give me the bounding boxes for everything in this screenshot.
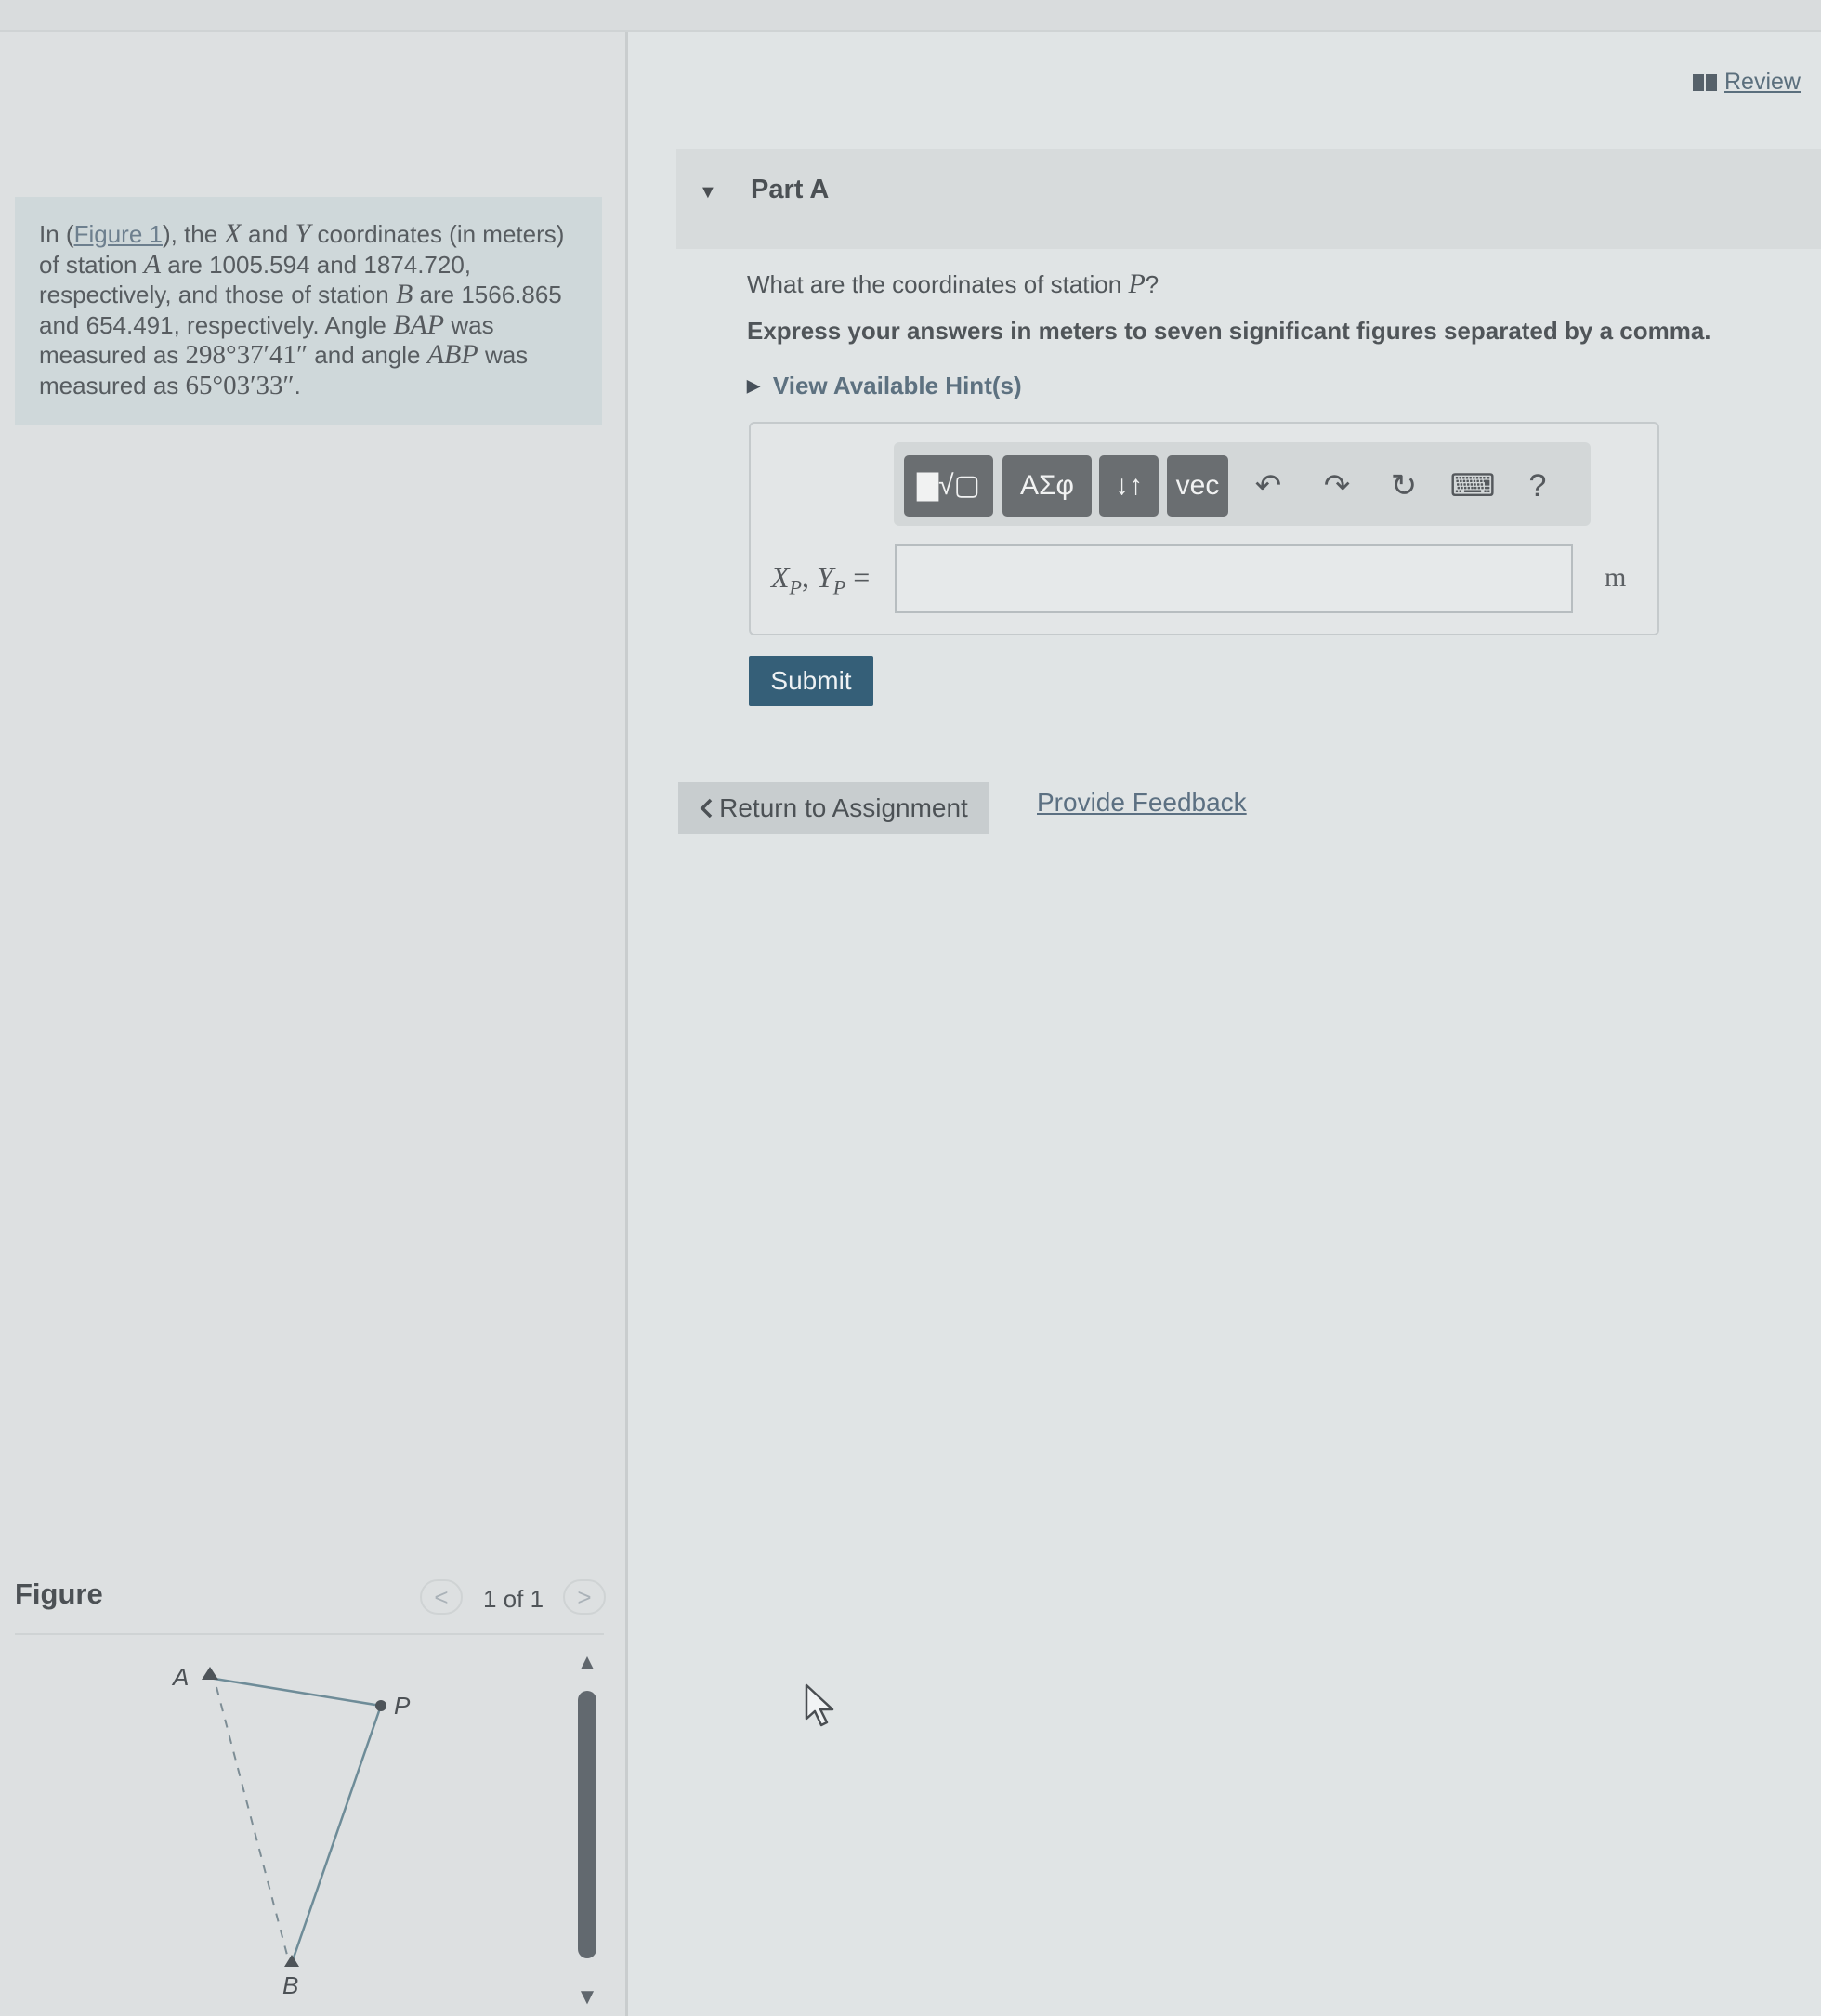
templates-button[interactable]: ▇√▢ bbox=[904, 455, 993, 517]
station-b-marker bbox=[284, 1955, 299, 1967]
figure-scrollbar-thumb[interactable] bbox=[578, 1691, 596, 1958]
answer-input[interactable] bbox=[895, 544, 1573, 613]
survey-figure: A P B bbox=[171, 1663, 411, 1999]
provide-feedback-link[interactable]: Provide Feedback bbox=[1037, 788, 1247, 818]
part-a-title: Part A bbox=[751, 175, 830, 204]
station-p-marker bbox=[375, 1700, 386, 1711]
symbol-p: P bbox=[1128, 268, 1146, 299]
caret-right-icon: ▶ bbox=[747, 376, 760, 395]
line-p-b bbox=[291, 1705, 383, 1961]
return-label: Return to Assignment bbox=[719, 793, 968, 822]
symbol-b: B bbox=[395, 279, 413, 309]
figure-next-button[interactable]: > bbox=[563, 1579, 606, 1615]
help-icon[interactable]: ? bbox=[1518, 465, 1557, 507]
top-bar bbox=[0, 0, 1821, 32]
subscript-superscript-button[interactable]: ↓↑ bbox=[1099, 455, 1159, 517]
figure-prev-button[interactable]: < bbox=[420, 1579, 463, 1615]
redo-icon[interactable]: ↷ bbox=[1316, 465, 1358, 507]
figure-title: Figure bbox=[15, 1577, 103, 1610]
line-a-p bbox=[208, 1676, 382, 1708]
submit-button[interactable]: Submit bbox=[749, 656, 873, 706]
label-a: A bbox=[171, 1663, 189, 1691]
angle-bap-value: 298°37′41″ bbox=[185, 340, 308, 370]
symbol-abp: ABP bbox=[426, 339, 478, 370]
symbol-y: Y bbox=[295, 218, 311, 249]
label-p: P bbox=[394, 1692, 411, 1720]
review-label: Review bbox=[1724, 69, 1801, 95]
return-to-assignment-button[interactable]: Return to Assignment bbox=[678, 782, 989, 834]
chevron-left-icon bbox=[700, 798, 713, 818]
symbol-bap: BAP bbox=[393, 308, 445, 340]
question-text: What are the coordinates of station P? bbox=[747, 268, 1159, 299]
book-icon bbox=[1693, 73, 1717, 91]
reset-icon[interactable]: ↻ bbox=[1382, 465, 1425, 507]
angle-abp-value: 65°03′33″ bbox=[185, 370, 295, 400]
figure-divider bbox=[15, 1633, 604, 1635]
part-a-header[interactable] bbox=[676, 149, 1821, 249]
unit-label: m bbox=[1605, 562, 1627, 593]
keyboard-icon[interactable]: ⌨ bbox=[1449, 465, 1496, 507]
figure-link[interactable]: Figure 1 bbox=[74, 220, 163, 248]
problem-statement: In (Figure 1), the X and Y coordinates (… bbox=[15, 197, 602, 425]
line-a-b bbox=[216, 1686, 289, 1959]
label-b: B bbox=[282, 1971, 298, 1999]
answer-variable-label: XP, YP = bbox=[771, 560, 871, 599]
vector-button[interactable]: vec bbox=[1167, 455, 1228, 517]
answer-instruction: Express your answers in meters to seven … bbox=[747, 317, 1711, 345]
hints-label: View Available Hint(s) bbox=[772, 372, 1022, 399]
greek-symbols-button[interactable]: ΑΣφ bbox=[1002, 455, 1092, 517]
station-a-marker bbox=[202, 1667, 218, 1680]
collapse-caret-icon[interactable]: ▼ bbox=[699, 182, 717, 203]
review-link[interactable]: Review bbox=[1693, 69, 1801, 96]
view-hints-toggle[interactable]: ▶ View Available Hint(s) bbox=[747, 372, 1022, 400]
symbol-x: X bbox=[224, 218, 242, 249]
symbol-a: A bbox=[143, 248, 162, 280]
undo-icon[interactable]: ↶ bbox=[1247, 465, 1290, 507]
figure-scroll-up-icon[interactable]: ▲ bbox=[574, 1650, 600, 1675]
figure-scroll-down-icon[interactable]: ▼ bbox=[574, 1984, 600, 2009]
figure-pager-text: 1 of 1 bbox=[483, 1585, 544, 1613]
mouse-cursor-icon bbox=[805, 1683, 834, 1727]
